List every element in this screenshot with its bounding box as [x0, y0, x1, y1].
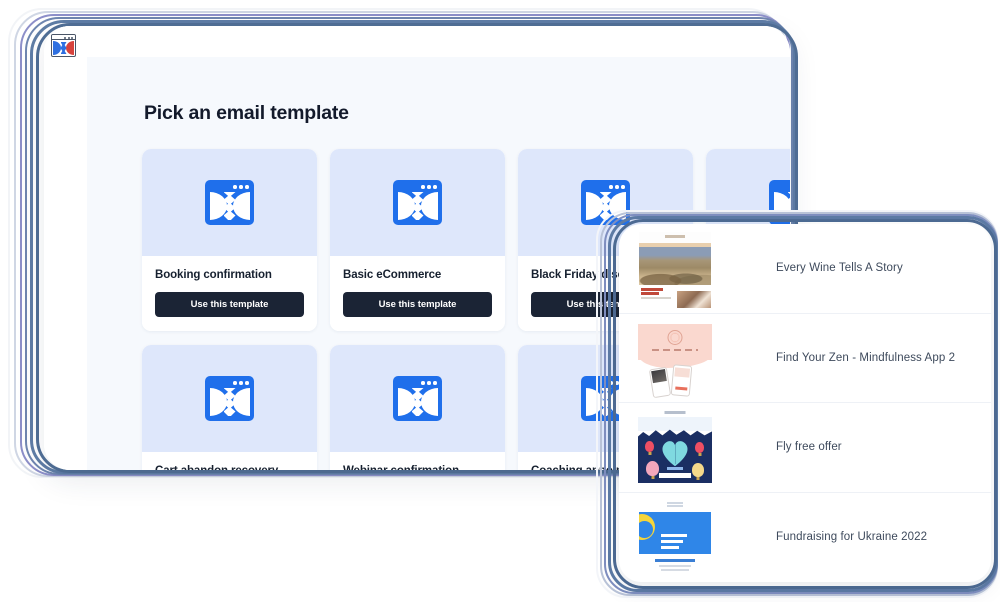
icon-dot: [433, 185, 437, 189]
template-card[interactable]: Webinar confirmationUse this template: [330, 345, 505, 470]
email-template-row[interactable]: Fundraising for Ukraine 2022: [619, 493, 991, 583]
template-card-body: Basic eCommerce Use this template: [330, 256, 505, 331]
icon-dot: [233, 185, 237, 189]
template-name: Basic eCommerce: [343, 269, 442, 281]
browser-chrome-bar: [44, 26, 790, 57]
icon-dot: [239, 185, 243, 189]
email-template-title: Fundraising for Ukraine 2022: [776, 531, 928, 544]
use-this-template-button[interactable]: Use this template: [155, 292, 304, 317]
icon-dot: [433, 381, 437, 385]
icon-dot: [245, 381, 249, 385]
icon-dot: [239, 381, 243, 385]
icon-dot: [621, 185, 625, 189]
icon-dot: [233, 381, 237, 385]
broken-image-icon: [393, 376, 442, 421]
email-template-title: Find Your Zen - Mindfulness App 2: [776, 351, 956, 364]
logo-zigzag: [60, 42, 67, 54]
email-template-title: Fly free offer: [776, 441, 842, 454]
template-card[interactable]: Basic eCommerce Use this template: [330, 149, 505, 331]
email-template-row[interactable]: Every Wine Tells A Story: [619, 224, 991, 314]
broken-image-icon: [205, 180, 254, 225]
template-thumbnail: [330, 149, 505, 256]
icon-dot: [421, 381, 425, 385]
icon-dot: [245, 185, 249, 189]
hot-air-balloons-thumbnail: [633, 407, 717, 488]
icon-dot: [427, 185, 431, 189]
template-card-body: Webinar confirmationUse this template: [330, 452, 505, 470]
email-template-list-panel: Every Wine Tells A Story Find Your Zen - …: [619, 224, 991, 582]
template-name: Booking confirmation: [155, 269, 272, 281]
icon-dot: [421, 185, 425, 189]
email-template-row[interactable]: Fly free offer: [619, 403, 991, 493]
broken-image-logo-icon[interactable]: [51, 34, 76, 57]
template-name: Cart abandon recovery: [155, 465, 304, 470]
logo-dot: [67, 36, 70, 39]
broken-image-icon: [393, 180, 442, 225]
app-sidebar-rail: [44, 26, 87, 470]
template-card[interactable]: Booking confirmation Use this template: [142, 149, 317, 331]
template-card[interactable]: Cart abandon recoveryUse this template: [142, 345, 317, 470]
template-thumbnail: [330, 345, 505, 452]
email-template-title: Every Wine Tells A Story: [776, 262, 903, 275]
screenshot-stage: Pick an email template Booking confirmat…: [0, 0, 1000, 602]
logo-dot: [64, 36, 66, 39]
use-this-template-button[interactable]: Use this template: [343, 292, 492, 317]
template-thumbnail: [142, 149, 317, 256]
icon-dot: [609, 185, 613, 189]
broken-image-icon: [205, 376, 254, 421]
logo-dot: [71, 36, 73, 39]
template-card-body: Cart abandon recoveryUse this template: [142, 452, 317, 470]
wine-vineyard-thumbnail: [633, 228, 717, 309]
template-card-body: Booking confirmation Use this template: [142, 256, 317, 331]
icon-dot: [615, 185, 619, 189]
logo-body: [52, 40, 75, 56]
mindfulness-app-thumbnail: [633, 317, 717, 398]
template-thumbnail: [142, 345, 317, 452]
page-title: Pick an email template: [144, 102, 349, 124]
logo-left-arc: [53, 41, 61, 55]
ukraine-fundraising-thumbnail: [633, 497, 717, 578]
template-name: Webinar confirmation: [343, 465, 492, 470]
email-template-row[interactable]: Find Your Zen - Mindfulness App 2: [619, 314, 991, 403]
icon-dot: [427, 381, 431, 385]
logo-right-arc: [66, 41, 74, 55]
